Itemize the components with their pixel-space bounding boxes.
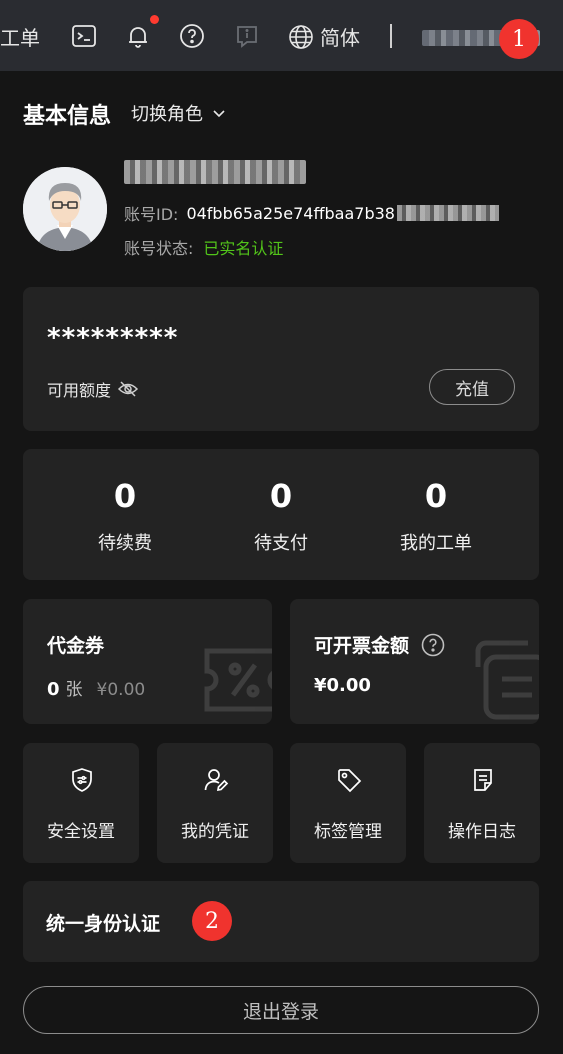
terminal-icon[interactable] — [70, 22, 98, 50]
stat-label: 待续费 — [98, 533, 152, 554]
ticket-link[interactable]: 工单 — [0, 22, 40, 51]
switch-role-dropdown[interactable]: 切换角色 — [131, 100, 227, 126]
logout-button[interactable]: 退出登录 — [23, 986, 539, 1034]
account-status-row: 账号状态: 已实名认证 — [124, 235, 283, 259]
user-edit-icon — [204, 769, 229, 792]
voucher-title: 代金券 — [47, 635, 105, 657]
invoice-title: 可开票金额 — [314, 635, 410, 657]
available-credit-label: 可用额度 — [47, 381, 112, 400]
voucher-watermark-icon — [204, 648, 272, 712]
stat-label: 我的工单 — [400, 533, 472, 554]
chevron-down-icon — [213, 110, 225, 118]
stat-label: 待支付 — [254, 533, 308, 554]
page-title: 基本信息 — [23, 104, 112, 129]
quick-action-label: 安全设置 — [47, 822, 115, 842]
account-id-label: 账号ID: — [124, 205, 179, 224]
info-icon[interactable] — [233, 22, 261, 50]
account-id-redacted — [396, 205, 499, 221]
invoice-amount: ¥0.00 — [314, 675, 371, 696]
invoice-card[interactable]: 可开票金额 ¥0.00 — [290, 599, 539, 724]
top-nav-bar: 工单 简体 — [0, 0, 563, 71]
my-credentials-button[interactable]: 我的凭证 — [157, 743, 273, 863]
stat-pending-payment[interactable]: 0 待支付 — [206, 477, 356, 555]
avatar — [23, 167, 107, 251]
invoice-watermark-icon — [475, 640, 539, 720]
help-icon[interactable] — [421, 633, 445, 657]
balance-card: ********* 可用额度 充值 — [23, 287, 539, 431]
help-icon[interactable] — [178, 22, 206, 50]
balance-value: ********* — [47, 323, 179, 353]
voucher-unit: 张 — [65, 680, 83, 700]
quick-action-label: 操作日志 — [448, 822, 516, 842]
eye-off-icon[interactable] — [117, 380, 139, 398]
bell-icon[interactable] — [124, 22, 152, 50]
stat-my-tickets[interactable]: 0 我的工单 — [361, 477, 511, 555]
recharge-button[interactable]: 充值 — [429, 369, 515, 405]
stat-value: 0 — [269, 477, 293, 515]
account-status-value: 已实名认证 — [203, 239, 284, 258]
voucher-card[interactable]: 代金券 0 张 ¥0.00 — [23, 599, 272, 724]
tag-management-button[interactable]: 标签管理 — [290, 743, 406, 863]
stats-card: 0 待续费 0 待支付 0 我的工单 — [23, 449, 539, 580]
language-switcher[interactable]: 简体 — [288, 22, 360, 51]
quick-action-label: 标签管理 — [314, 822, 382, 842]
security-settings-button[interactable]: 安全设置 — [23, 743, 139, 863]
shield-icon — [72, 768, 92, 792]
language-label: 简体 — [320, 26, 360, 50]
account-id-row: 账号ID: 04fbb65a25e74ffbaa7b38 — [124, 201, 499, 225]
divider — [390, 24, 392, 48]
stat-value: 0 — [424, 477, 448, 515]
unified-identity-title: 统一身份认证 — [46, 913, 161, 935]
voucher-count: 0 — [47, 679, 60, 700]
available-credit: 可用额度 — [47, 377, 139, 401]
voucher-summary: 0 张 ¥0.00 — [47, 675, 145, 700]
annotation-badge-2: 2 — [192, 901, 232, 941]
account-status-label: 账号状态: — [124, 239, 194, 258]
account-id-value: 04fbb65a25e74ffbaa7b38 — [186, 203, 395, 223]
quick-action-label: 我的凭证 — [181, 822, 249, 842]
switch-role-label: 切换角色 — [131, 104, 203, 125]
annotation-badge-1: 1 — [499, 19, 539, 59]
operation-log-button[interactable]: 操作日志 — [424, 743, 540, 863]
profile-name-redacted — [124, 160, 306, 184]
globe-icon — [289, 24, 313, 49]
notification-dot — [150, 15, 159, 24]
stat-value: 0 — [113, 477, 137, 515]
invoice-summary: ¥0.00 — [314, 675, 371, 696]
stat-pending-renewal[interactable]: 0 待续费 — [50, 477, 200, 555]
tag-icon — [338, 769, 362, 793]
invoice-title-row: 可开票金额 — [314, 631, 445, 658]
log-icon — [474, 769, 492, 791]
voucher-amount: ¥0.00 — [96, 680, 146, 700]
